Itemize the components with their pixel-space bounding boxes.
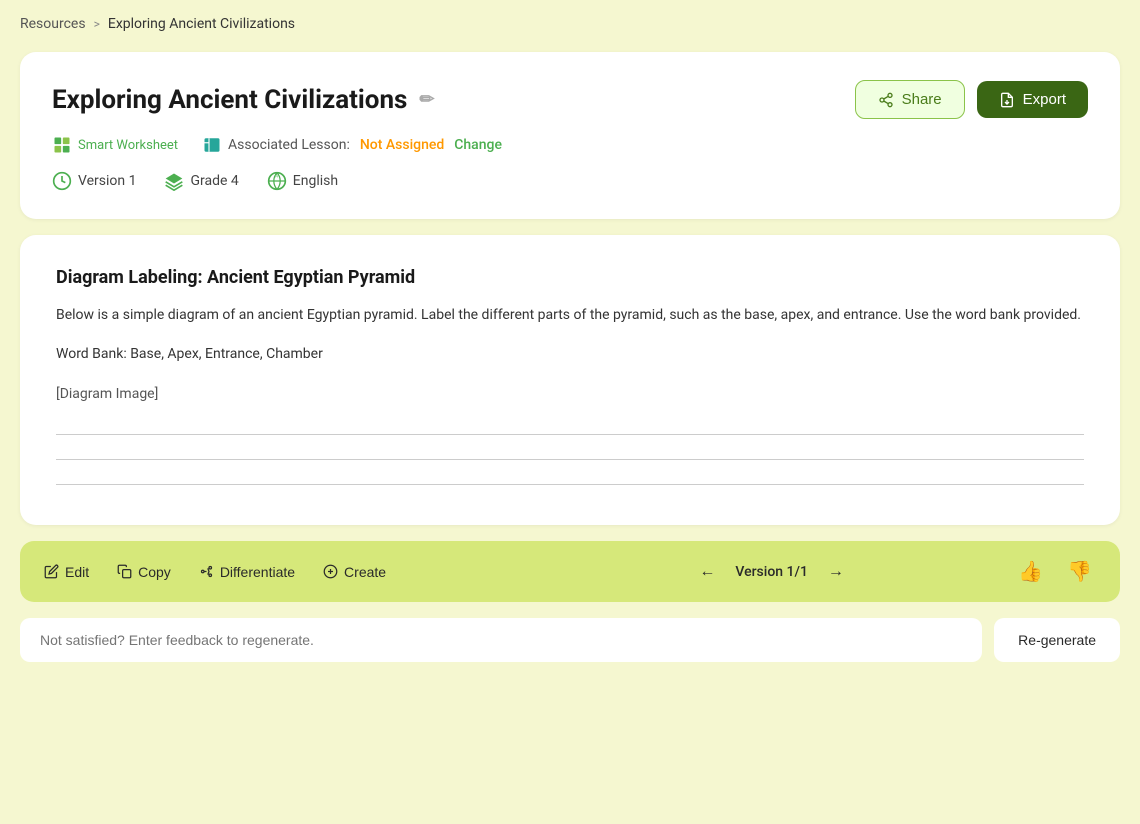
language-label: English [293, 173, 338, 189]
lesson-change[interactable]: Change [454, 137, 502, 153]
lesson-meta: Associated Lesson: Not Assigned Change [202, 135, 502, 155]
copy-button[interactable]: Copy [117, 560, 171, 584]
type-meta: Smart Worksheet [52, 135, 178, 155]
regenerate-button[interactable]: Re-generate [994, 618, 1120, 662]
language-icon: A [267, 171, 287, 191]
lesson-status: Not Assigned [360, 137, 444, 153]
question-body: Below is a simple diagram of an ancient … [56, 304, 1084, 326]
version-label: Version 1 [78, 173, 136, 189]
share-button[interactable]: Share [855, 80, 965, 119]
answer-line-3[interactable] [56, 484, 1084, 485]
prev-version-button[interactable]: ← [691, 559, 723, 585]
question-title: Diagram Labeling: Ancient Egyptian Pyram… [56, 267, 1084, 288]
answer-line-1[interactable] [56, 434, 1084, 435]
create-icon [323, 564, 338, 579]
header-card: Exploring Ancient Civilizations ✏ Share … [20, 52, 1120, 219]
grade-meta: Grade 4 [164, 171, 238, 191]
version-counter: Version 1/1 [735, 564, 808, 580]
breadcrumb-current: Exploring Ancient Civilizations [108, 16, 295, 32]
differentiate-button[interactable]: Differentiate [199, 560, 295, 584]
edit-button[interactable]: Edit [44, 560, 89, 584]
toolbar-right: 👍 👎 [1014, 557, 1096, 586]
word-bank: Word Bank: Base, Apex, Entrance, Chamber [56, 346, 1084, 362]
smart-worksheet-label: Smart Worksheet [78, 138, 178, 153]
thumbs-up-button[interactable]: 👍 [1014, 557, 1047, 586]
export-button[interactable]: Export [977, 81, 1088, 118]
next-version-button[interactable]: → [820, 559, 852, 585]
create-button[interactable]: Create [323, 560, 386, 584]
answer-line-2[interactable] [56, 459, 1084, 460]
export-icon [999, 92, 1015, 108]
feedback-input[interactable] [40, 632, 962, 648]
diagram-image: [Diagram Image] [56, 386, 1084, 402]
version-row: Version 1 Grade 4 A English [52, 171, 1088, 191]
breadcrumb-separator: > [94, 17, 100, 31]
page-title: Exploring Ancient Civilizations [52, 85, 407, 115]
copy-icon [117, 564, 132, 579]
feedback-bar: Re-generate [20, 618, 1120, 662]
worksheet-title-row: Exploring Ancient Civilizations ✏ [52, 85, 434, 115]
thumbs-down-button[interactable]: 👎 [1063, 557, 1096, 586]
svg-text:A: A [275, 175, 278, 180]
breadcrumb-home[interactable]: Resources [20, 16, 86, 32]
grade-label: Grade 4 [190, 173, 238, 189]
toolbar-center: ← Version 1/1 → [529, 559, 1014, 585]
lesson-prefix: Associated Lesson: [228, 137, 350, 153]
grade-icon [164, 171, 184, 191]
breadcrumb: Resources > Exploring Ancient Civilizati… [20, 16, 1120, 32]
edit-title-icon[interactable]: ✏ [419, 89, 434, 110]
meta-row: Smart Worksheet Associated Lesson: Not A… [52, 135, 1088, 155]
content-card: Diagram Labeling: Ancient Egyptian Pyram… [20, 235, 1120, 525]
differentiate-icon [199, 564, 214, 579]
lesson-icon [202, 135, 222, 155]
feedback-input-wrap [20, 618, 982, 662]
smart-worksheet-icon [52, 135, 72, 155]
edit-icon [44, 564, 59, 579]
version-meta: Version 1 [52, 171, 136, 191]
share-icon [878, 92, 894, 108]
header-actions: Share Export [855, 80, 1088, 119]
toolbar-left: Edit Copy Differentiate Create [44, 560, 529, 584]
language-meta: A English [267, 171, 338, 191]
answer-lines [56, 434, 1084, 485]
toolbar-card: Edit Copy Differentiate Create ← Version… [20, 541, 1120, 602]
header-top: Exploring Ancient Civilizations ✏ Share … [52, 80, 1088, 119]
version-icon [52, 171, 72, 191]
